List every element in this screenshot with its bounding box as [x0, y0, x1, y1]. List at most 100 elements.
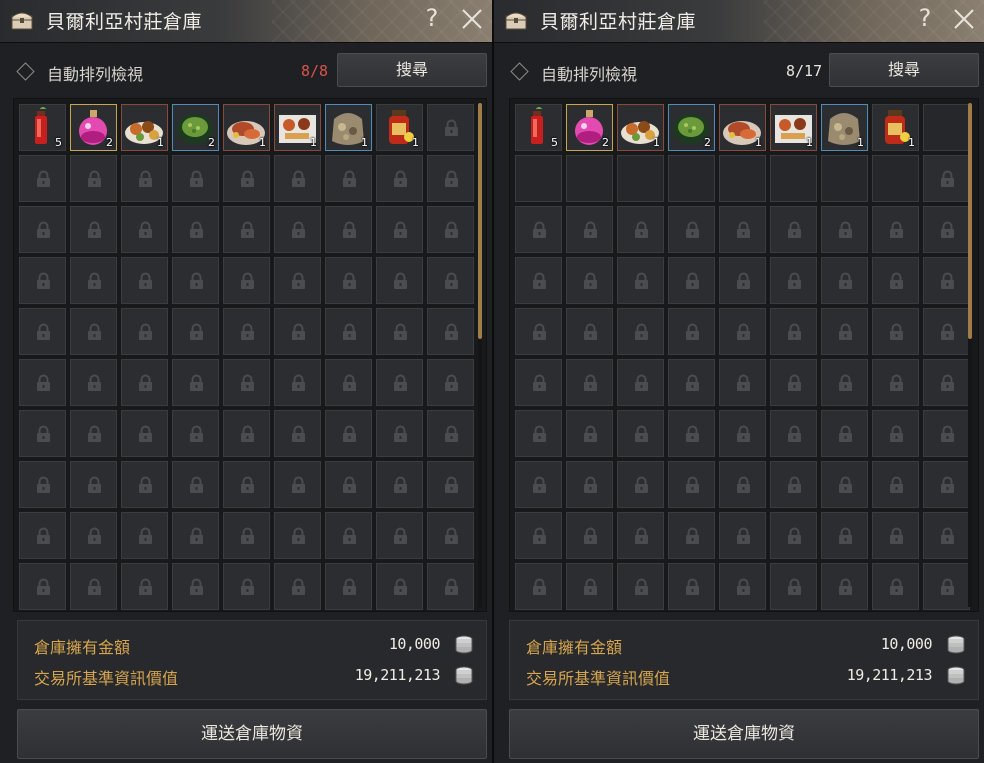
auto-sort-checkbox[interactable] [16, 62, 35, 81]
locked-slot [668, 257, 715, 304]
search-button[interactable]: 搜尋 [829, 53, 979, 87]
item-slot[interactable]: 2 [668, 104, 715, 151]
lock-icon [941, 170, 954, 187]
locked-slot [121, 359, 168, 406]
lock-icon [241, 272, 254, 289]
lock-icon [686, 425, 699, 442]
lock-icon [394, 170, 407, 187]
locked-slot [172, 461, 219, 508]
search-button[interactable]: 搜尋 [337, 53, 487, 87]
item-quantity: 2 [602, 136, 609, 149]
market-value-amount: 19,211,213 [846, 666, 933, 684]
locked-slot [223, 206, 270, 253]
item-slot[interactable]: 5 [19, 104, 66, 151]
scrollbar-thumb[interactable] [478, 103, 482, 339]
locked-slot [668, 359, 715, 406]
sort-row: 自動排列檢視 8/17 搜尋 [494, 52, 984, 88]
lock-icon [788, 425, 801, 442]
lock-icon [686, 272, 699, 289]
lock-icon [584, 374, 597, 391]
empty-slot[interactable] [668, 155, 715, 202]
item-slot[interactable]: 1 [274, 104, 321, 151]
scrollbar[interactable] [968, 103, 972, 607]
scrollbar[interactable] [478, 103, 482, 607]
locked-slot [923, 461, 970, 508]
item-quantity: 1 [157, 136, 164, 149]
title-bar[interactable]: 貝爾利亞村莊倉庫 ? [494, 0, 984, 43]
locked-slot [274, 206, 321, 253]
auto-sort-label[interactable]: 自動排列檢視 [47, 61, 143, 85]
locked-slot [923, 410, 970, 457]
item-slot[interactable]: 1 [376, 104, 423, 151]
title-bar[interactable]: 貝爾利亞村莊倉庫 ? [0, 0, 492, 43]
locked-slot [121, 155, 168, 202]
lock-icon [88, 221, 101, 238]
item-slot[interactable]: 1 [719, 104, 766, 151]
locked-slot [515, 206, 562, 253]
lock-icon [445, 323, 458, 340]
close-icon[interactable] [459, 6, 485, 32]
lock-icon [190, 374, 203, 391]
empty-slot[interactable] [515, 155, 562, 202]
item-quantity: 2 [208, 136, 215, 149]
item-slot[interactable]: 2 [172, 104, 219, 151]
warehouse-money-label: 倉庫擁有金額 [526, 638, 623, 657]
locked-slot [70, 155, 117, 202]
empty-slot[interactable] [821, 155, 868, 202]
empty-slot[interactable] [566, 155, 613, 202]
lock-icon [533, 323, 546, 340]
lock-icon [890, 425, 903, 442]
item-slot[interactable]: 1 [121, 104, 168, 151]
lock-icon [37, 527, 50, 544]
item-slot[interactable]: 2 [70, 104, 117, 151]
lock-icon [88, 323, 101, 340]
empty-slot[interactable] [923, 104, 970, 151]
lock-icon [394, 374, 407, 391]
item-slot[interactable]: 2 [566, 104, 613, 151]
locked-slot [770, 512, 817, 559]
lock-icon [737, 527, 750, 544]
item-slot[interactable]: 1 [821, 104, 868, 151]
locked-slot [770, 359, 817, 406]
locked-slot [515, 410, 562, 457]
empty-slot[interactable] [770, 155, 817, 202]
empty-slot[interactable] [719, 155, 766, 202]
lock-icon [890, 476, 903, 493]
item-slot[interactable]: 1 [770, 104, 817, 151]
lock-icon [788, 221, 801, 238]
empty-slot[interactable] [872, 155, 919, 202]
help-button[interactable]: ? [912, 4, 938, 32]
inventory-grid: 5 2 1 2 1 1 1 1 [19, 104, 474, 610]
item-slot[interactable]: 1 [872, 104, 919, 151]
lock-icon [890, 221, 903, 238]
locked-slot [19, 512, 66, 559]
inventory-grid-panel: 5 2 1 2 1 1 1 1 [509, 98, 979, 612]
empty-slot[interactable] [617, 155, 664, 202]
locked-slot [325, 461, 372, 508]
lock-icon [88, 374, 101, 391]
lock-icon [839, 578, 852, 595]
locked-slot [274, 257, 321, 304]
scrollbar-thumb[interactable] [968, 103, 972, 339]
locked-slot [770, 257, 817, 304]
ship-items-button[interactable]: 運送倉庫物資 [509, 709, 979, 759]
auto-sort-checkbox[interactable] [510, 62, 529, 81]
locked-slot [325, 359, 372, 406]
locked-slot [172, 206, 219, 253]
help-button[interactable]: ? [419, 4, 445, 32]
ship-items-button[interactable]: 運送倉庫物資 [17, 709, 487, 759]
item-slot[interactable]: 1 [617, 104, 664, 151]
item-slot[interactable]: 1 [325, 104, 372, 151]
item-slot[interactable]: 1 [223, 104, 270, 151]
locked-slot [566, 308, 613, 355]
auto-sort-label[interactable]: 自動排列檢視 [541, 61, 637, 85]
locked-slot [821, 359, 868, 406]
locked-slot [719, 359, 766, 406]
locked-slot [719, 563, 766, 610]
locked-slot [376, 257, 423, 304]
silver-coin-icon [947, 635, 965, 654]
locked-slot [427, 563, 474, 610]
close-icon[interactable] [951, 6, 977, 32]
item-slot[interactable]: 5 [515, 104, 562, 151]
locked-slot [376, 461, 423, 508]
